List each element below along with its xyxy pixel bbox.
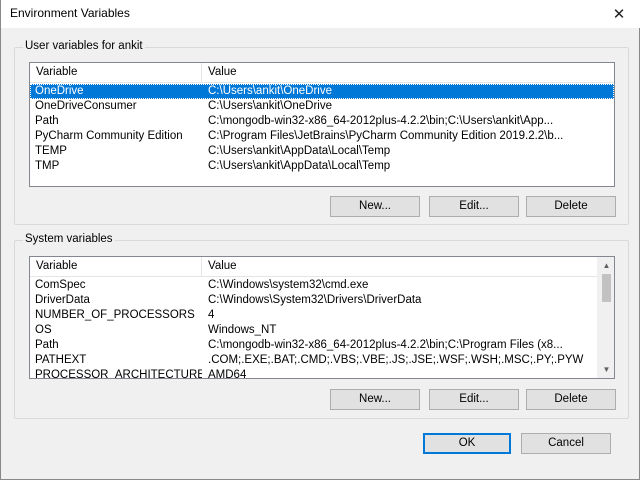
user-variables-label: User variables for ankit (23, 40, 145, 52)
list-header: Variable Value (30, 63, 614, 83)
system-new-button[interactable]: New... (330, 389, 420, 410)
variable-name-cell: OneDrive (35, 85, 84, 97)
table-row[interactable]: PATHEXT .COM;.EXE;.BAT;.CMD;.VBS;.VBE;.JS… (30, 353, 599, 368)
variable-value-cell: C:\mongodb-win32-x86_64-2012plus-4.2.2\b… (208, 115, 554, 127)
column-header-value[interactable]: Value (202, 63, 614, 83)
table-row[interactable]: OneDrive C:\Users\ankit\OneDrive (30, 84, 614, 99)
variable-name-cell: DriverData (35, 294, 90, 306)
scroll-thumb[interactable] (602, 274, 611, 302)
variable-value-cell: C:\Users\ankit\AppData\Local\Temp (208, 145, 391, 157)
variable-value-cell: C:\Users\ankit\AppData\Local\Temp (208, 160, 391, 172)
system-variables-group: System variables Variable Value ComSpec C… (14, 233, 629, 419)
variable-value-cell: C:\mongodb-win32-x86_64-2012plus-4.2.2\b… (208, 339, 563, 351)
user-variables-list[interactable]: Variable Value OneDrive C:\Users\ankit\On… (29, 62, 615, 187)
variable-name-cell: ComSpec (35, 279, 86, 291)
user-delete-button[interactable]: Delete (526, 196, 616, 217)
variable-name-cell: TEMP (35, 145, 67, 157)
variable-value-cell: C:\Windows\System32\Drivers\DriverData (208, 294, 422, 306)
variable-value-cell: C:\Users\ankit\OneDrive (208, 85, 332, 97)
close-icon[interactable]: ✕ (597, 0, 640, 28)
table-row[interactable]: TEMP C:\Users\ankit\AppData\Local\Temp (30, 144, 614, 159)
ok-button[interactable]: OK (423, 433, 511, 454)
variable-value-cell: .COM;.EXE;.BAT;.CMD;.VBS;.VBE;.JS;.JSE;.… (208, 354, 584, 366)
variable-value-cell: 4 (208, 309, 215, 321)
system-variables-rows: ComSpec C:\Windows\system32\cmd.exe Driver… (30, 278, 599, 379)
cancel-button[interactable]: Cancel (521, 433, 611, 454)
variable-value-cell: C:\Program Files\JetBrains\PyCharm Commu… (208, 130, 564, 142)
table-row[interactable]: OneDriveConsumer C:\Users\ankit\OneDrive (30, 99, 614, 114)
vertical-scrollbar[interactable]: ▲ ▼ (597, 257, 614, 378)
variable-name-cell: TMP (35, 160, 60, 172)
environment-variables-dialog: Environment Variables ✕ User variables f… (0, 0, 640, 480)
variable-name-cell: Path (35, 339, 59, 351)
table-row[interactable]: NUMBER_OF_PROCESSORS 4 (30, 308, 599, 323)
system-variables-list[interactable]: Variable Value ComSpec C:\Windows\system3… (29, 256, 615, 379)
variable-value-cell: C:\Users\ankit\OneDrive (208, 100, 332, 112)
variable-value-cell: Windows_NT (208, 324, 277, 336)
variable-name-cell: NUMBER_OF_PROCESSORS (35, 309, 195, 321)
column-header-variable[interactable]: Variable (30, 257, 202, 277)
system-variables-label: System variables (23, 233, 115, 245)
table-row[interactable]: PROCESSOR_ARCHITECTURE AMD64 (30, 368, 599, 379)
user-variables-rows: OneDrive C:\Users\ankit\OneDrive OneDriveC… (30, 84, 614, 174)
variable-name-cell: OneDriveConsumer (35, 100, 137, 112)
table-row[interactable]: DriverData C:\Windows\System32\Drivers\Dr… (30, 293, 599, 308)
user-variables-group: User variables for ankit Variable Value … (14, 40, 629, 225)
scroll-up-icon[interactable]: ▲ (598, 257, 614, 274)
window-title: Environment Variables (10, 6, 130, 20)
variable-name-cell: Path (35, 115, 59, 127)
table-row[interactable]: PyCharm Community Edition C:\Program File… (30, 129, 614, 144)
variable-name-cell: OS (35, 324, 52, 336)
variable-name-cell: PyCharm Community Edition (35, 130, 183, 142)
variable-name-cell: PATHEXT (35, 354, 87, 366)
column-header-variable[interactable]: Variable (30, 63, 202, 83)
table-row[interactable]: ComSpec C:\Windows\system32\cmd.exe (30, 278, 599, 293)
column-header-value[interactable]: Value (202, 257, 599, 277)
table-row[interactable]: OS Windows_NT (30, 323, 599, 338)
title-bar: Environment Variables ✕ (1, 0, 640, 28)
variable-name-cell: PROCESSOR_ARCHITECTURE (35, 369, 202, 379)
list-header: Variable Value (30, 257, 599, 277)
system-delete-button[interactable]: Delete (526, 389, 616, 410)
variable-value-cell: C:\Windows\system32\cmd.exe (208, 279, 369, 291)
table-row[interactable]: Path C:\mongodb-win32-x86_64-2012plus-4.2… (30, 338, 599, 353)
variable-value-cell: AMD64 (208, 369, 247, 379)
table-row[interactable]: Path C:\mongodb-win32-x86_64-2012plus-4.2… (30, 114, 614, 129)
table-row[interactable]: TMP C:\Users\ankit\AppData\Local\Temp (30, 159, 614, 174)
user-edit-button[interactable]: Edit... (429, 196, 519, 217)
system-edit-button[interactable]: Edit... (429, 389, 519, 410)
scroll-down-icon[interactable]: ▼ (598, 361, 614, 378)
user-new-button[interactable]: New... (330, 196, 420, 217)
